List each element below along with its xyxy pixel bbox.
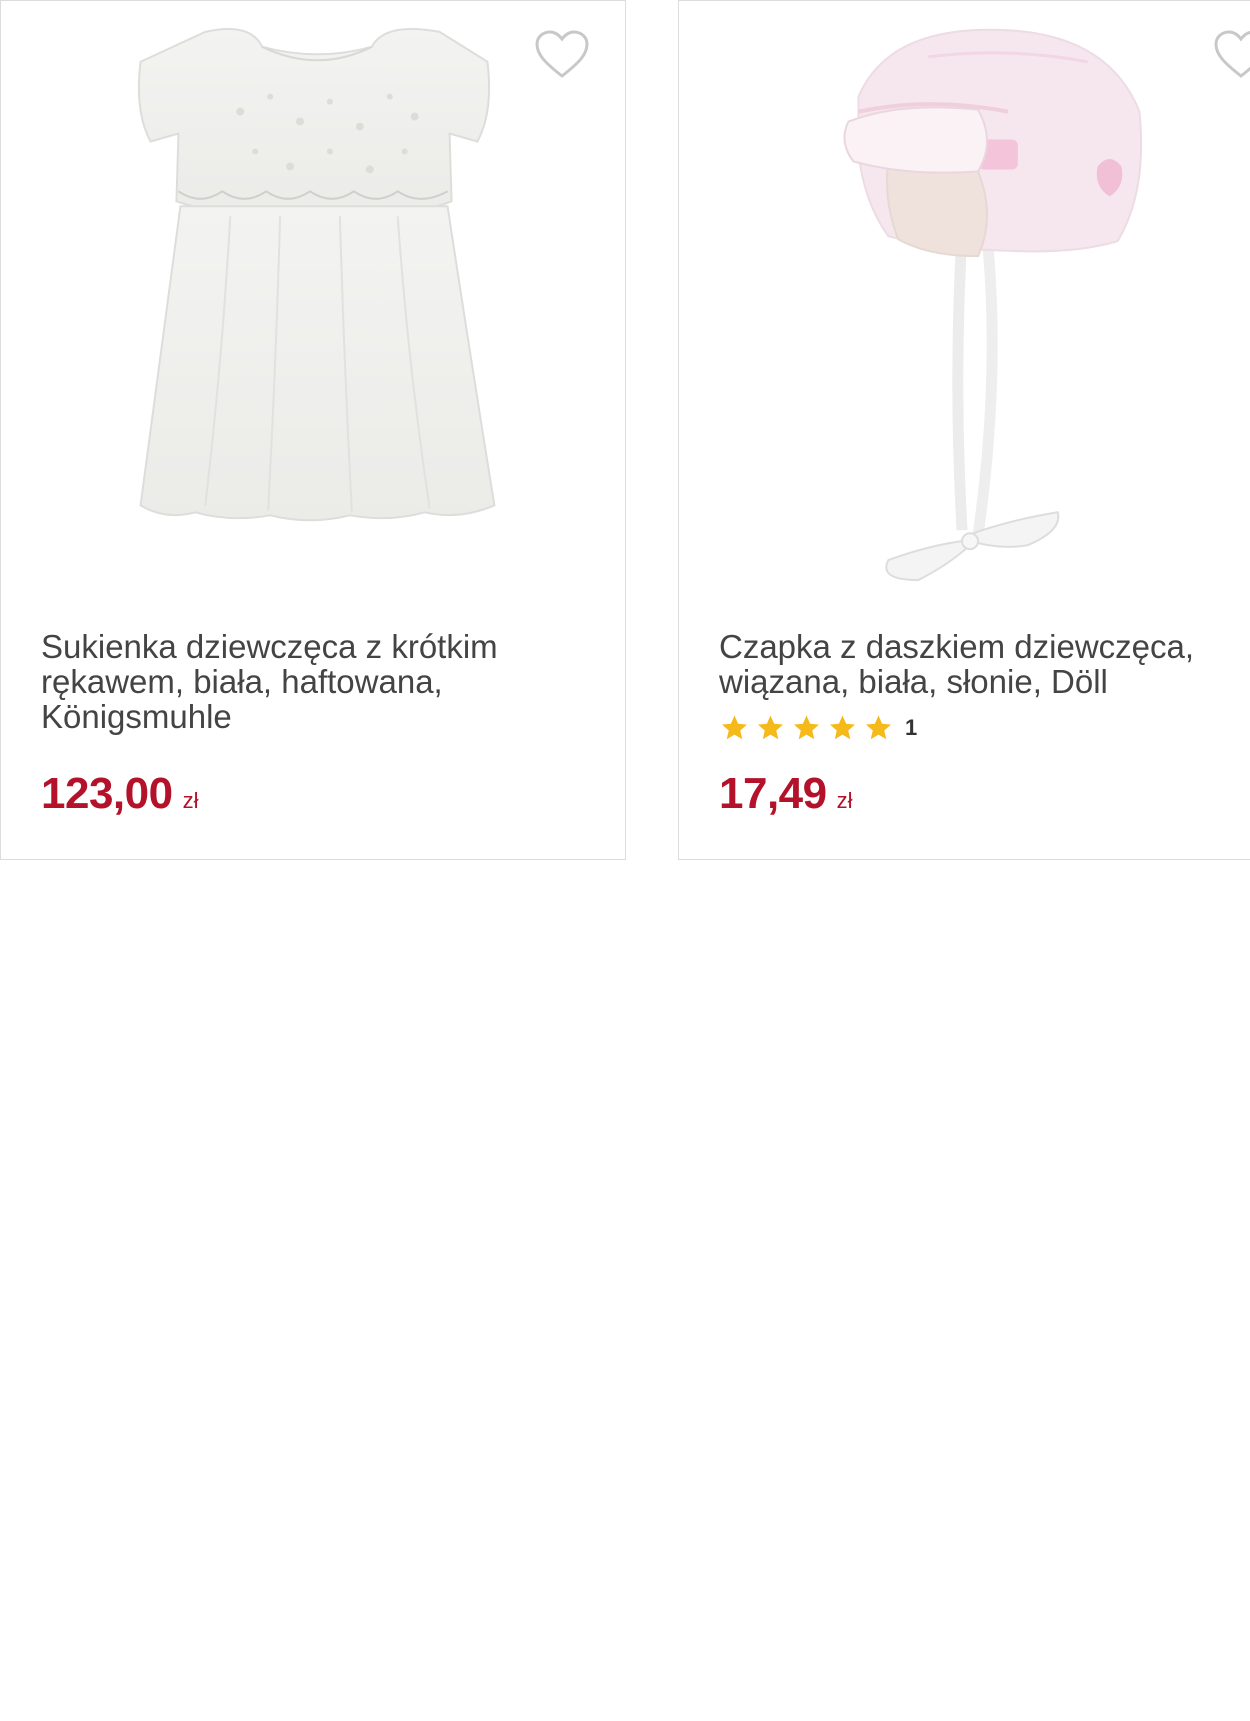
heart-outline-icon (535, 30, 589, 78)
product-rating[interactable]: 1 (719, 713, 917, 743)
star-icon (722, 715, 747, 740)
heart-outline-icon (1214, 30, 1250, 78)
price-amount: 17,49 (719, 769, 827, 818)
price-currency: zł (836, 788, 853, 813)
price-amount: 123,00 (41, 769, 173, 818)
star-icon (758, 715, 783, 740)
product-image-cap[interactable] (679, 1, 1250, 601)
product-card[interactable]: Sukienka dziewczęca z krótkim rękawem, b… (0, 0, 626, 860)
product-price: 123,00 zł (41, 769, 198, 819)
product-card[interactable]: Czapka z daszkiem dziewczęca, wiązana, b… (678, 0, 1250, 860)
star-icon (830, 715, 855, 740)
favorite-button[interactable] (1213, 29, 1250, 81)
product-title[interactable]: Sukienka dziewczęca z krótkim rękawem, b… (41, 629, 561, 734)
product-title[interactable]: Czapka z daszkiem dziewczęca, wiązana, b… (719, 629, 1239, 699)
rating-count: 1 (905, 715, 918, 740)
product-price: 17,49 zł (719, 769, 853, 819)
price-currency: zł (182, 788, 199, 813)
favorite-button[interactable] (534, 29, 590, 81)
star-icon (866, 715, 891, 740)
product-image-dress[interactable] (1, 1, 625, 601)
star-icon (794, 715, 819, 740)
